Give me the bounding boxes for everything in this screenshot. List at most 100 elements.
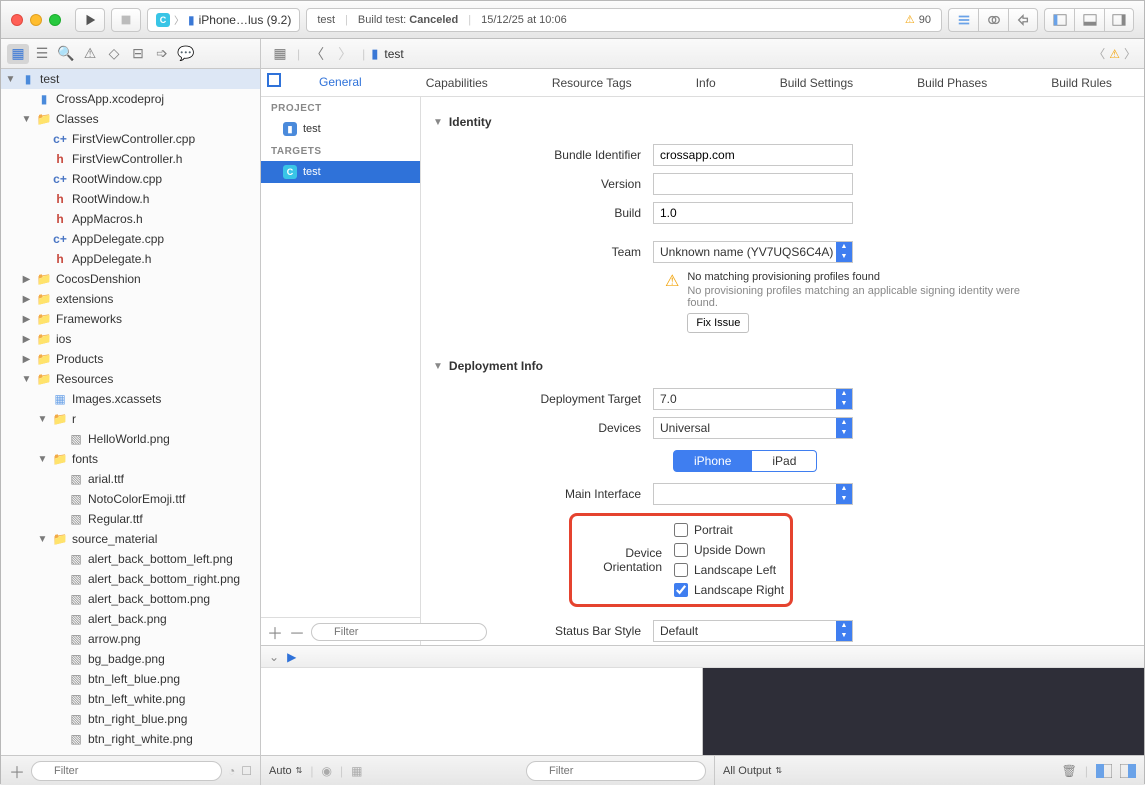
tab-build-settings[interactable]: Build Settings: [762, 69, 871, 96]
add-target-button[interactable]: ＋: [267, 620, 283, 644]
tab-build-rules[interactable]: Build Rules: [1033, 69, 1130, 96]
variables-view[interactable]: [261, 668, 703, 755]
issue-navigator-icon[interactable]: ⚠: [79, 44, 101, 64]
find-navigator-icon[interactable]: 🔍: [55, 44, 77, 64]
deployment-section-header[interactable]: ▼ Deployment Info: [433, 359, 1132, 373]
upside-checkbox-row[interactable]: Upside Down: [674, 540, 784, 560]
target-item[interactable]: C test: [261, 161, 420, 183]
tree-item[interactable]: ▧alert_back_bottom.png: [1, 589, 260, 609]
tree-item[interactable]: ▧btn_left_white.png: [1, 689, 260, 709]
tree-item[interactable]: ▧HelloWorld.png: [1, 429, 260, 449]
trash-icon[interactable]: 🗑: [1062, 764, 1077, 778]
disclosure-icon[interactable]: ▼: [37, 454, 48, 465]
project-navigator-icon[interactable]: ▦: [7, 44, 29, 64]
disclosure-icon[interactable]: ▼: [433, 361, 443, 372]
quicklook-icon[interactable]: ▦: [351, 764, 362, 778]
split-right-icon[interactable]: [1120, 764, 1136, 778]
disclosure-icon[interactable]: ▼: [21, 114, 32, 125]
tree-item[interactable]: ▼📁fonts: [1, 449, 260, 469]
identity-section-header[interactable]: ▼ Identity: [433, 115, 1132, 129]
scheme-selector[interactable]: C 〉 ▮ iPhone…lus (9.2): [147, 8, 300, 32]
tree-item[interactable]: ▼📁r: [1, 409, 260, 429]
tree-item[interactable]: ▧NotoColorEmoji.ttf: [1, 489, 260, 509]
team-popup[interactable]: Unknown name (YV7UQS6C4A) ▲▼: [653, 241, 853, 263]
tree-item[interactable]: hAppMacros.h: [1, 209, 260, 229]
breakpoint-tag-icon[interactable]: ▶: [287, 650, 296, 664]
console-view[interactable]: [703, 668, 1144, 755]
target-filter-input[interactable]: [311, 623, 487, 641]
zoom-icon[interactable]: [49, 14, 61, 26]
deployment-target-popup[interactable]: 7.0 ▲▼: [653, 388, 853, 410]
tree-item[interactable]: ▶📁Frameworks: [1, 309, 260, 329]
tree-item[interactable]: hFirstViewController.h: [1, 149, 260, 169]
next-issue-button[interactable]: 〉: [1124, 45, 1136, 62]
minimize-icon[interactable]: [30, 14, 42, 26]
tree-item[interactable]: c+AppDelegate.cpp: [1, 229, 260, 249]
split-left-icon[interactable]: [1096, 764, 1112, 778]
tree-item[interactable]: ▼📁Resources: [1, 369, 260, 389]
scm-icon[interactable]: ☐: [241, 764, 252, 778]
tree-item[interactable]: ▧arial.ttf: [1, 469, 260, 489]
tree-item[interactable]: ▧btn_left_blue.png: [1, 669, 260, 689]
tree-item[interactable]: ▧btn_right_white.png: [1, 729, 260, 749]
tab-build-phases[interactable]: Build Phases: [899, 69, 1005, 96]
fix-issue-button[interactable]: Fix Issue: [687, 313, 749, 333]
status-bar-popup[interactable]: Default ▲▼: [653, 620, 853, 642]
close-icon[interactable]: [11, 14, 23, 26]
tree-item[interactable]: ▶📁Products: [1, 349, 260, 369]
disclosure-icon[interactable]: ▶: [21, 274, 32, 285]
assistant-editor-button[interactable]: [978, 8, 1008, 32]
back-button[interactable]: 〈: [306, 44, 328, 64]
left-panel-button[interactable]: [1044, 8, 1074, 32]
disclosure-icon[interactable]: ▼: [5, 74, 16, 85]
right-panel-button[interactable]: [1104, 8, 1134, 32]
add-button[interactable]: ＋: [9, 759, 25, 783]
landscape-right-checkbox-row[interactable]: Landscape Right: [674, 580, 784, 600]
run-button[interactable]: [75, 8, 105, 32]
tree-item[interactable]: hRootWindow.h: [1, 189, 260, 209]
square-icon[interactable]: [261, 69, 287, 96]
landscape-right-checkbox[interactable]: [674, 583, 688, 597]
version-input[interactable]: [653, 173, 853, 195]
tab-resource-tags[interactable]: Resource Tags: [534, 69, 650, 96]
debug-toggle-icon[interactable]: ⌄: [269, 650, 279, 664]
project-navigator[interactable]: ▼ ▮ test ▮CrossApp.xcodeproj▼📁Classesc+F…: [1, 69, 261, 755]
version-editor-button[interactable]: [1008, 8, 1038, 32]
tree-item[interactable]: ▧btn_right_blue.png: [1, 709, 260, 729]
stop-button[interactable]: [111, 8, 141, 32]
tab-info[interactable]: Info: [678, 69, 734, 96]
devices-popup[interactable]: Universal ▲▼: [653, 417, 853, 439]
symbol-navigator-icon[interactable]: ☰: [31, 44, 53, 64]
tree-item[interactable]: c+FirstViewController.cpp: [1, 129, 260, 149]
forward-button[interactable]: 〉: [334, 44, 356, 64]
variables-filter-input[interactable]: [526, 761, 706, 781]
tree-item[interactable]: ▧alert_back_bottom_right.png: [1, 569, 260, 589]
tree-item[interactable]: ▼📁Classes: [1, 109, 260, 129]
all-output-popup[interactable]: All Output ⇅: [723, 765, 782, 777]
tree-item[interactable]: ▶📁CocosDenshion: [1, 269, 260, 289]
iphone-segment[interactable]: iPhone: [673, 450, 752, 472]
tree-item[interactable]: ▧alert_back_bottom_left.png: [1, 549, 260, 569]
portrait-checkbox-row[interactable]: Portrait: [674, 520, 784, 540]
build-input[interactable]: [653, 202, 853, 224]
bottom-panel-button[interactable]: [1074, 8, 1104, 32]
tree-item[interactable]: hAppDelegate.h: [1, 249, 260, 269]
tree-item[interactable]: ▧bg_badge.png: [1, 649, 260, 669]
tree-item[interactable]: c+RootWindow.cpp: [1, 169, 260, 189]
tree-item[interactable]: ▧alert_back.png: [1, 609, 260, 629]
disclosure-icon[interactable]: ▼: [37, 414, 48, 425]
ipad-segment[interactable]: iPad: [752, 450, 817, 472]
disclosure-icon[interactable]: ▶: [21, 354, 32, 365]
disclosure-icon[interactable]: ▼: [37, 534, 48, 545]
device-family-segment[interactable]: iPhone iPad: [673, 450, 817, 472]
disclosure-icon[interactable]: ▼: [21, 374, 32, 385]
breakpoint-navigator-icon[interactable]: ➩: [151, 44, 173, 64]
tree-item[interactable]: ▶📁ios: [1, 329, 260, 349]
issue-count[interactable]: ⚠90: [905, 13, 931, 26]
tab-capabilities[interactable]: Capabilities: [408, 69, 506, 96]
eye-icon[interactable]: ◉: [321, 764, 331, 778]
navigator-filter-input[interactable]: [31, 761, 222, 781]
landscape-left-checkbox[interactable]: [674, 563, 688, 577]
standard-editor-button[interactable]: [948, 8, 978, 32]
related-items-icon[interactable]: ▦: [269, 44, 291, 64]
